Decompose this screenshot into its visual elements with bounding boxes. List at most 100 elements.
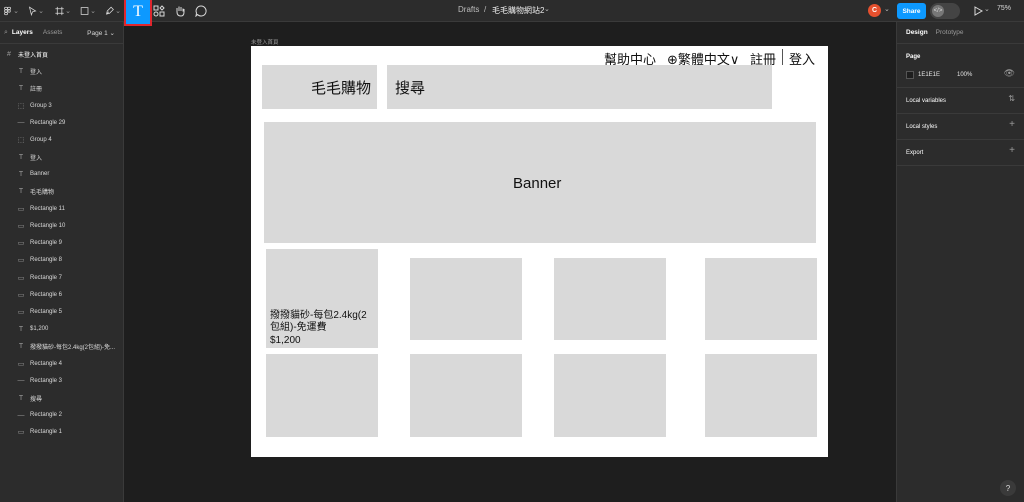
layer-item[interactable]: T 登入 bbox=[0, 63, 123, 79]
layer-label: Rectangle 8 bbox=[30, 257, 63, 264]
nav-login[interactable]: 登入 bbox=[789, 49, 815, 68]
product-name[interactable]: 撥撥貓砂-每包2.4kg(2 包組)-免運費 bbox=[270, 310, 367, 334]
layer-label: 註冊 bbox=[30, 86, 43, 93]
rectangle-icon: ▭ bbox=[17, 257, 25, 265]
text-tool-icon[interactable]: T bbox=[124, 0, 152, 26]
layer-item[interactable]: — Rectangle 3 bbox=[0, 373, 123, 389]
product-card-placeholder[interactable] bbox=[554, 258, 666, 340]
hand-tool-icon[interactable] bbox=[173, 2, 187, 20]
product-card-placeholder[interactable] bbox=[266, 354, 378, 437]
layer-item[interactable]: ⬚ Group 4 bbox=[0, 132, 123, 148]
rectangle-icon: ▭ bbox=[17, 223, 25, 230]
layer-item[interactable]: — Rectangle 2 bbox=[0, 407, 123, 423]
page-select-label: Page 1 bbox=[87, 30, 108, 37]
eye-icon[interactable]: 👁 bbox=[1004, 68, 1015, 79]
shape-tool-icon[interactable]: ⌄ bbox=[80, 2, 96, 20]
layer-item[interactable]: T 搜尋 bbox=[0, 390, 123, 406]
layer-label: Rectangle 29 bbox=[30, 119, 66, 126]
present-icon[interactable] bbox=[972, 2, 984, 20]
breadcrumb-drafts[interactable]: Drafts bbox=[458, 5, 479, 14]
add-export-icon[interactable]: + bbox=[1009, 145, 1015, 156]
layer-item[interactable]: T Banner bbox=[0, 166, 123, 182]
search-icon[interactable]: ⌕ bbox=[4, 29, 8, 37]
layer-item[interactable]: ▭ Rectangle 4 bbox=[0, 356, 123, 372]
layer-item[interactable]: ▭ Rectangle 8 bbox=[0, 252, 123, 268]
dev-mode-icon: </> bbox=[932, 5, 944, 17]
line-icon: — bbox=[17, 377, 25, 385]
share-button[interactable]: Share bbox=[897, 3, 926, 19]
help-button[interactable]: ? bbox=[1000, 480, 1016, 496]
frame-label[interactable]: 未登入首頁 bbox=[251, 38, 279, 46]
layer-item[interactable]: ▭ Rectangle 9 bbox=[0, 235, 123, 251]
chevron-down-icon: ⌄ bbox=[13, 8, 19, 15]
page-select[interactable]: Page 1 ⌄ bbox=[87, 29, 115, 37]
layer-label: 登入 bbox=[30, 155, 43, 162]
layer-item[interactable]: ▭ Rectangle 1 bbox=[0, 424, 123, 440]
product-card-placeholder[interactable] bbox=[410, 354, 522, 437]
layer-item[interactable]: T 撥撥貓砂-每包2.4kg(2包組)-免... bbox=[0, 338, 123, 354]
main-menu-icon[interactable]: ⌄ bbox=[3, 2, 19, 20]
layer-item[interactable]: T 註冊 bbox=[0, 80, 123, 96]
page-frame[interactable]: 幫助中心 ⊕繁體中文∨ 註冊 登入 毛毛購物 搜尋 Banner 撥撥貓砂-每包… bbox=[251, 46, 828, 457]
line-icon: — bbox=[17, 411, 25, 419]
layer-label: $1,200 bbox=[30, 326, 49, 333]
layer-item[interactable]: ⬚ Group 3 bbox=[0, 98, 123, 114]
product-price: $1,200 bbox=[270, 335, 301, 346]
dev-mode-toggle[interactable]: </> bbox=[930, 3, 960, 19]
tab-assets[interactable]: Assets bbox=[43, 29, 63, 36]
local-variables-label[interactable]: Local variables bbox=[906, 98, 946, 104]
product-name-line: 撥撥貓砂-每包2.4kg(2 bbox=[270, 310, 367, 321]
layer-item[interactable]: ▭ Rectangle 5 bbox=[0, 304, 123, 320]
file-name[interactable]: 毛毛購物網站2 bbox=[492, 5, 544, 16]
layer-item[interactable]: # 未登入首頁 bbox=[0, 46, 123, 62]
layer-label: Banner bbox=[30, 171, 50, 178]
search-bar[interactable]: 搜尋 bbox=[387, 65, 772, 109]
properties-panel: Design Prototype Page 1E1E1E 100% 👁 Loca… bbox=[896, 22, 1024, 502]
avatar[interactable]: C bbox=[868, 4, 881, 17]
comment-icon[interactable] bbox=[194, 2, 208, 20]
layer-item[interactable]: T 毛毛購物 bbox=[0, 184, 123, 200]
add-style-icon[interactable]: + bbox=[1009, 119, 1015, 130]
tab-layers[interactable]: Layers bbox=[12, 29, 33, 36]
divider bbox=[897, 139, 1024, 140]
layer-item[interactable]: ▭ Rectangle 11 bbox=[0, 201, 123, 217]
layer-item[interactable]: ▭ Rectangle 7 bbox=[0, 270, 123, 286]
layer-item[interactable]: T $1,200 bbox=[0, 321, 123, 337]
chevron-down-icon[interactable]: ⌄ bbox=[984, 5, 990, 13]
banner[interactable]: Banner bbox=[264, 122, 816, 243]
layer-label: Rectangle 2 bbox=[30, 412, 63, 419]
product-card-placeholder[interactable] bbox=[410, 258, 522, 340]
layer-label: Rectangle 5 bbox=[30, 309, 63, 315]
tab-prototype[interactable]: Prototype bbox=[936, 29, 964, 36]
tab-design[interactable]: Design bbox=[906, 29, 928, 36]
layer-label: Rectangle 10 bbox=[30, 223, 66, 229]
variables-icon[interactable]: ⇅ bbox=[1008, 94, 1015, 103]
text-layer-icon: T bbox=[18, 342, 24, 350]
pen-tool-icon[interactable]: ⌄ bbox=[105, 2, 121, 20]
resources-icon[interactable] bbox=[153, 2, 165, 20]
move-tool-icon[interactable]: ⌄ bbox=[28, 2, 44, 20]
figma-logo-icon bbox=[4, 6, 11, 16]
page-color-hex[interactable]: 1E1E1E bbox=[918, 72, 940, 78]
export-label[interactable]: Export bbox=[906, 150, 923, 156]
product-card-placeholder[interactable] bbox=[554, 354, 666, 437]
rectangle-icon: ▭ bbox=[17, 274, 25, 282]
rectangle-icon: ▭ bbox=[17, 360, 25, 368]
frame-tool-icon[interactable]: ⌄ bbox=[55, 2, 71, 20]
page-opacity[interactable]: 100% bbox=[957, 72, 972, 78]
chevron-down-icon[interactable]: ⌄ bbox=[884, 5, 890, 13]
zoom-level[interactable]: 75% bbox=[997, 5, 1011, 12]
local-styles-label[interactable]: Local styles bbox=[906, 124, 937, 130]
product-card-placeholder[interactable] bbox=[705, 258, 817, 340]
text-layer-icon: T bbox=[18, 394, 24, 402]
divider bbox=[897, 87, 1024, 88]
page-color-swatch[interactable] bbox=[906, 71, 914, 79]
layer-item[interactable]: ▭ Rectangle 10 bbox=[0, 218, 123, 234]
product-card-placeholder[interactable] bbox=[705, 354, 817, 437]
layer-item[interactable]: ▭ Rectangle 6 bbox=[0, 287, 123, 303]
chevron-down-icon[interactable]: ⌄ bbox=[544, 5, 550, 13]
rectangle-icon: ▭ bbox=[17, 291, 25, 299]
layer-item[interactable]: — Rectangle 29 bbox=[0, 115, 123, 131]
logo-box[interactable]: 毛毛購物 bbox=[262, 65, 377, 109]
layer-item[interactable]: T 登入 bbox=[0, 149, 123, 165]
